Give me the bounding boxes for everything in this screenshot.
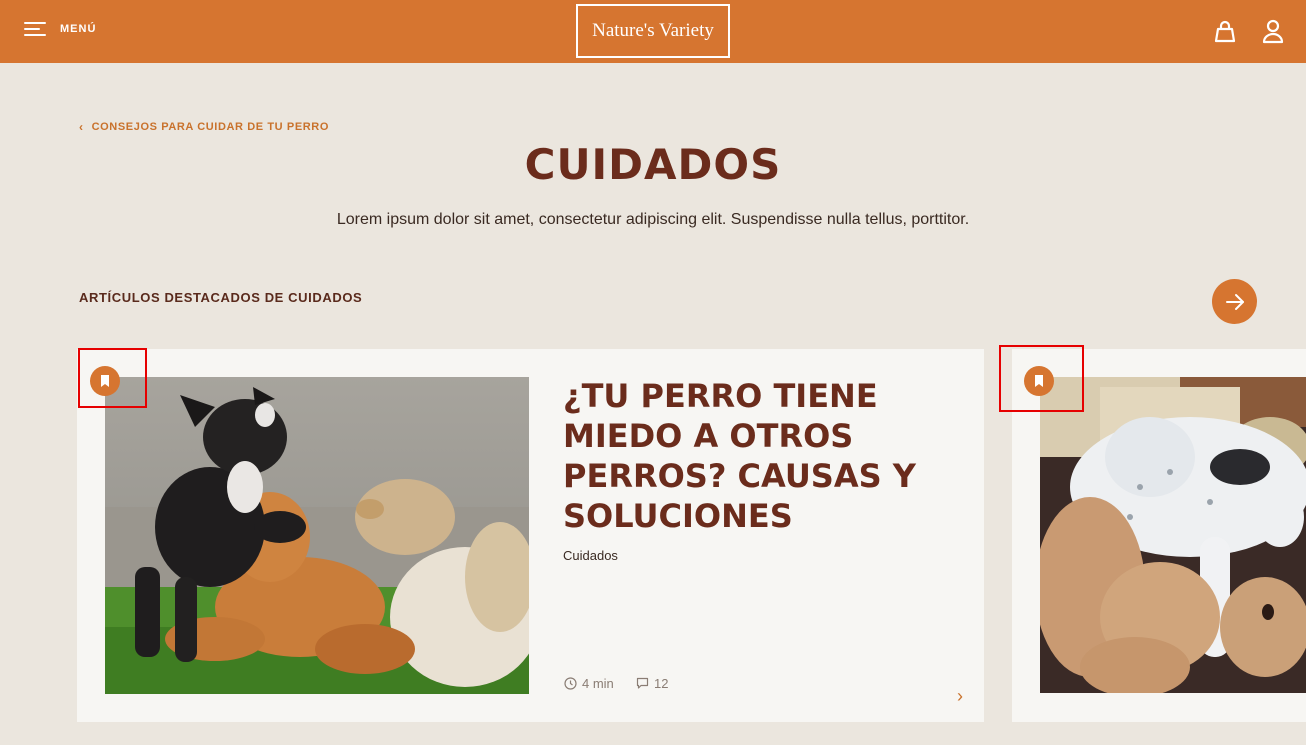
menu-button[interactable]: MENÚ <box>24 20 96 38</box>
section-title: ARTÍCULOS DESTACADOS DE CUIDADOS <box>79 290 363 305</box>
article-title[interactable]: ¿TU PERRO TIENE MIEDO A OTROS PERROS? CA… <box>563 376 943 536</box>
breadcrumb-label: CONSEJOS PARA CUIDAR DE TU PERRO <box>91 121 329 133</box>
site-header: MENÚ Nature's Variety <box>0 0 1306 63</box>
article-image-dogs-playing[interactable] <box>105 377 529 694</box>
read-time-value: 4 min <box>582 676 614 691</box>
menu-label: MENÚ <box>60 23 97 35</box>
comment-icon <box>636 677 649 689</box>
bookmark-button[interactable] <box>1024 366 1054 396</box>
bookmark-icon <box>1035 375 1043 387</box>
chevron-right-icon[interactable]: › <box>957 686 963 707</box>
hamburger-icon <box>24 20 46 38</box>
bookmark-icon <box>101 375 109 387</box>
carousel-next-button[interactable] <box>1212 279 1257 324</box>
comment-count: 12 <box>636 676 668 691</box>
article-category[interactable]: Cuidados <box>563 548 618 563</box>
clock-icon <box>564 677 577 690</box>
page-title: CUIDADOS <box>524 140 782 189</box>
chevron-left-icon: ‹ <box>79 120 84 134</box>
page-description: Lorem ipsum dolor sit amet, consectetur … <box>336 211 970 228</box>
logo-text: Nature's Variety <box>592 20 714 41</box>
arrow-right-icon <box>1225 293 1244 310</box>
comment-count-value: 12 <box>654 676 669 691</box>
brand-logo[interactable]: Nature's Variety <box>576 4 730 58</box>
shopping-bag-icon[interactable] <box>1212 18 1238 44</box>
breadcrumb-back-link[interactable]: ‹ CONSEJOS PARA CUIDAR DE TU PERRO <box>79 120 329 134</box>
user-account-icon[interactable] <box>1260 18 1286 44</box>
bookmark-button[interactable] <box>90 366 120 396</box>
read-time: 4 min <box>564 676 614 691</box>
article-image-puppy-with-teddy[interactable] <box>1040 377 1306 693</box>
